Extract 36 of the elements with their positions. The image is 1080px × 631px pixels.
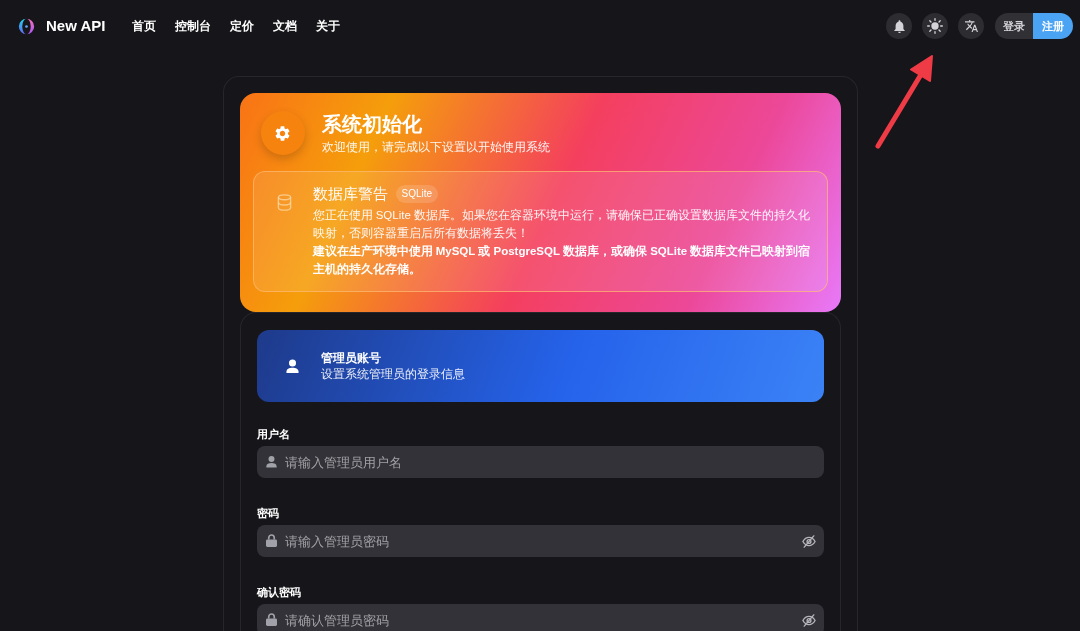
database-icon (276, 194, 292, 211)
lock-icon (265, 613, 277, 626)
user-icon (285, 359, 299, 373)
theme-toggle-button[interactable] (922, 13, 948, 39)
logo-icon (18, 17, 35, 35)
text-field[interactable]: 请输入管理员用户名 (256, 446, 824, 478)
setup-title: 系统初始化 (321, 112, 423, 137)
notifications-button[interactable] (886, 13, 912, 39)
language-button[interactable] (958, 13, 984, 39)
eye-off-icon[interactable] (801, 614, 816, 627)
gear-icon (260, 111, 305, 155)
sun-icon (927, 18, 943, 34)
field-label: 确认密码 (256, 585, 302, 599)
lock-icon (265, 534, 277, 547)
translate-icon (964, 20, 978, 32)
eye-off-icon[interactable] (801, 535, 816, 548)
admin-section-title: 管理员账号 (320, 350, 382, 366)
user-icon (265, 455, 277, 468)
password-field[interactable]: 请输入管理员密码 (256, 525, 824, 557)
nav-link[interactable]: 文档 (273, 17, 298, 35)
database-type-badge: SQLite (395, 185, 439, 203)
warning-title: 数据库警告 (312, 184, 388, 204)
brand-name[interactable]: New API (46, 14, 106, 38)
nav-link[interactable]: 定价 (230, 17, 255, 35)
setup-subtitle: 欢迎使用，请完成以下设置以开始使用系统 (321, 139, 550, 155)
warning-advice: 建议在生产环境中使用 MySQL 或 PostgreSQL 数据库，或确保 SQLite 数据库文件已映射到宿主机的持久化存储。 (312, 243, 812, 277)
nav-link[interactable]: 首页 (132, 17, 157, 35)
password-field[interactable]: 请确认管理员密码 (256, 604, 824, 631)
login-button[interactable]: 登录 (995, 13, 1033, 39)
warning-message: 您正在使用 SQLite 数据库。如果您在容器环境中运行，请确保已正确设置数据库文件的持久化映射，否则容器重启后所有数据将丢失！ (312, 208, 812, 241)
nav-link[interactable]: 控制台 (175, 17, 212, 35)
field-label: 密码 (256, 506, 280, 520)
admin-section-subtitle: 设置系统管理员的登录信息 (320, 366, 465, 382)
field-label: 用户名 (256, 427, 291, 441)
nav-link[interactable]: 关于 (316, 17, 341, 35)
bell-icon (893, 19, 905, 33)
